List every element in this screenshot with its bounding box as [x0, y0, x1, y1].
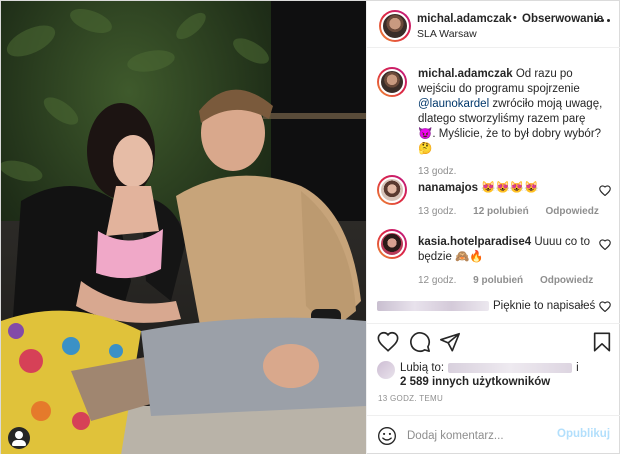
following-button[interactable]: Obserwowanie [522, 13, 603, 25]
add-comment-bar: Opublikuj [367, 415, 620, 454]
comment-likes[interactable]: 12 polubień [473, 206, 529, 217]
caption: michal.adamczak Od razu po wejściu do pr… [367, 63, 620, 183]
comment-text: kasia.hotelparadise4 Uuuu co to będzie 🙈… [418, 235, 596, 265]
heart-icon[interactable] [599, 301, 611, 312]
blurred-username [377, 301, 489, 311]
comment-item: nanamajos 😻😻😻😻 13 godz. 12 polubień Odpo… [367, 175, 620, 225]
blurred-liker-username [448, 362, 573, 373]
post-comment-button[interactable]: Opublikuj [557, 428, 610, 440]
post-photo[interactable] [1, 1, 366, 454]
comment-time[interactable]: 12 godz. [418, 275, 456, 286]
likes-summary: Lubią to: i 2 589 innych użytkowników [367, 359, 620, 399]
caption-text: michal.adamczak Od razu po wejściu do pr… [418, 67, 606, 157]
comment-item: Pięknie to napisałeś [367, 299, 620, 321]
post-details-panel: michal.adamczak • Obserwowanie SLA Warsa… [366, 1, 620, 454]
liker-avatar[interactable] [377, 361, 395, 379]
comment-likes[interactable]: 9 polubień [473, 275, 523, 286]
likes-line: Lubią to: i [400, 362, 579, 374]
heart-icon[interactable] [599, 185, 611, 196]
likes-suffix: i [576, 362, 579, 374]
location-link[interactable]: SLA Warsaw [417, 28, 477, 40]
bookmark-icon[interactable] [591, 331, 613, 353]
comment-time[interactable]: 13 godz. [418, 206, 456, 217]
likes-prefix: Lubią to: [400, 362, 445, 374]
reply-button[interactable]: Odpowiedz [540, 275, 593, 286]
caption-mention-link[interactable]: @launokardel [418, 98, 489, 110]
smiley-icon[interactable] [377, 426, 397, 446]
comment-input[interactable] [407, 426, 557, 446]
comment-meta: 13 godz. 12 polubień Odpowiedz [418, 206, 613, 217]
likes-others-link[interactable]: 2 589 innych użytkowników [400, 376, 550, 388]
reply-button[interactable]: Odpowiedz [546, 206, 599, 217]
comment-item: kasia.hotelparadise4 Uuuu co to będzie 🙈… [367, 229, 620, 289]
author-username[interactable]: michal.adamczak [417, 13, 512, 25]
caption-username[interactable]: michal.adamczak [418, 68, 513, 80]
comment-icon[interactable] [409, 331, 431, 353]
post-header: michal.adamczak • Obserwowanie SLA Warsa… [367, 1, 620, 48]
action-bar [367, 323, 620, 359]
comments-list[interactable]: michal.adamczak Od razu po wejściu do pr… [367, 49, 620, 321]
author-avatar[interactable] [379, 10, 411, 42]
heart-icon[interactable] [377, 331, 399, 353]
instagram-post: michal.adamczak • Obserwowanie SLA Warsa… [0, 0, 620, 454]
heart-icon[interactable] [599, 239, 611, 250]
comment-username[interactable]: nanamajos [418, 182, 478, 194]
commenter-avatar[interactable] [377, 175, 407, 205]
comment-meta: 12 godz. 9 polubień Odpowiedz [418, 275, 607, 286]
author-avatar[interactable] [377, 67, 407, 97]
commenter-avatar[interactable] [377, 229, 407, 259]
more-options-icon[interactable] [593, 15, 611, 27]
header-separator: • [513, 12, 517, 24]
post-timestamp[interactable]: 13 godz. temu [378, 394, 443, 403]
comment-username[interactable]: kasia.hotelparadise4 [418, 236, 531, 248]
user-tag-icon[interactable] [8, 427, 30, 449]
couple-photo [1, 1, 366, 454]
paper-plane-icon[interactable] [439, 331, 461, 353]
comment-body: 😻😻😻😻 [481, 182, 539, 194]
comment-text: nanamajos 😻😻😻😻 [418, 181, 606, 196]
